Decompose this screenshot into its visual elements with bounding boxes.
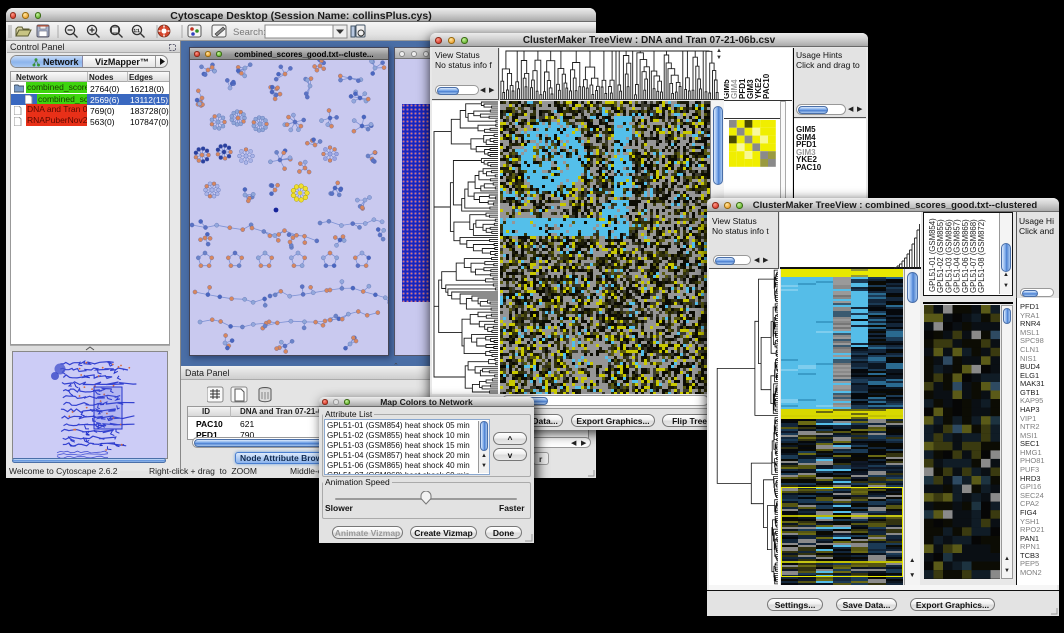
svg-text:1:1: 1:1: [134, 28, 141, 33]
svg-text:GPL51-08 (GSM872): GPL51-08 (GSM872): [977, 219, 986, 293]
svg-text:PAC10: PAC10: [762, 73, 771, 99]
svg-text:Search:: Search:: [233, 27, 266, 38]
